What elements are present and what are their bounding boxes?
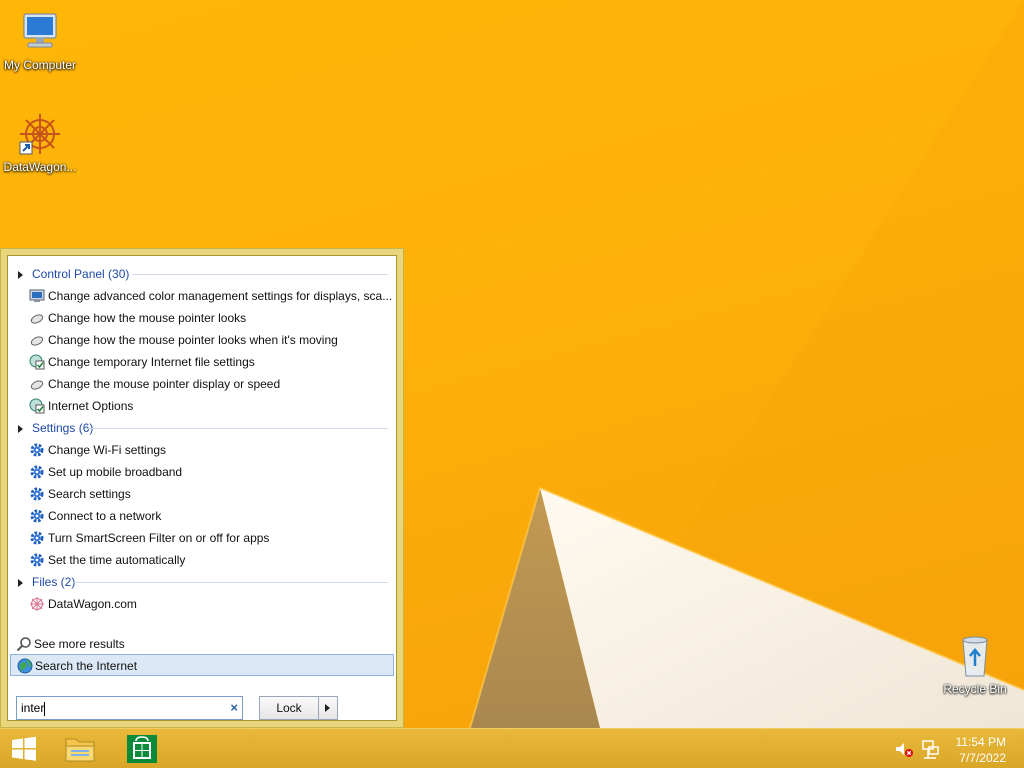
gear-icon [30,553,44,567]
result-item-label: DataWagon.com [48,597,137,611]
search-results: Control Panel (30) Change advanced color… [10,263,394,615]
result-item-label: Change how the mouse pointer looks [48,311,247,325]
clock[interactable]: 11:54 PM 7/7/2022 [946,734,1006,766]
result-item-label: Change temporary Internet file settings [48,355,255,369]
globe-icon [17,658,33,674]
result-item-wifi-settings[interactable]: Change Wi-Fi settings [10,439,394,461]
result-item-label: Set the time automatically [48,553,186,567]
desktop-icon-datawagon[interactable]: DataWagon... [0,110,80,174]
search-input-value: inter [21,701,45,715]
monitor-icon [29,289,45,302]
desktop-icon-label: My Computer [3,58,77,72]
store-button[interactable] [122,731,162,767]
group-header-control-panel[interactable]: Control Panel (30) [10,263,394,285]
datawagon-icon [16,110,64,158]
result-item-label: Change Wi-Fi settings [48,443,167,457]
desktop-icon-label: DataWagon... [3,160,77,174]
volume-tray[interactable] [892,731,916,767]
start-menu: Control Panel (30) Change advanced color… [0,248,404,728]
result-item-mouse-display-speed[interactable]: Change the mouse pointer display or spee… [10,373,394,395]
expand-arrow-icon [18,271,23,279]
text-caret [44,701,46,716]
desktop-icon-my-computer[interactable]: My Computer [0,8,80,72]
network-tray[interactable] [918,731,942,767]
group-header-files[interactable]: Files (2) [10,571,394,593]
computer-icon [16,8,64,56]
lock-button[interactable]: Lock [259,696,338,720]
result-item-mobile-broadband[interactable]: Set up mobile broadband [10,461,394,483]
mouse-icon [30,336,44,346]
gear-icon [30,465,44,479]
see-more-results[interactable]: See more results [10,633,394,655]
search-internet-label: Search the Internet [35,659,138,673]
result-item-label: Search settings [48,487,131,501]
result-item-label: Internet Options [48,399,134,413]
expand-arrow-icon [18,425,23,433]
internet-options-icon [29,398,45,414]
mouse-icon [30,380,44,390]
result-item-mouse-pointer-moving[interactable]: Change how the mouse pointer looks when … [10,329,394,351]
result-item-label: Change the mouse pointer display or spee… [48,377,281,391]
network-icon [922,740,939,759]
result-item-label: Turn SmartScreen Filter on or off for ap… [48,531,270,545]
search-internet[interactable]: Search the Internet [10,654,394,676]
expand-arrow-icon [18,579,23,587]
internet-options-icon [29,354,45,370]
result-item-temp-internet-files[interactable]: Change temporary Internet file settings [10,351,394,373]
recycle-bin-icon [951,632,999,680]
gear-icon [30,531,44,545]
group-divider [86,428,388,429]
file-explorer-button[interactable] [60,731,100,767]
clock-time: 11:54 PM [955,735,1006,749]
group-title: Files (2) [32,575,76,589]
start-menu-panel: Control Panel (30) Change advanced color… [7,255,397,721]
group-divider [132,274,388,275]
start-button[interactable] [4,731,44,767]
result-item-label: Change how the mouse pointer looks when … [48,333,338,347]
mouse-icon [30,314,44,324]
store-icon [127,735,157,763]
folder-icon [65,738,95,762]
see-more-label: See more results [34,637,125,651]
result-item-search-settings[interactable]: Search settings [10,483,394,505]
clock-date: 7/7/2022 [959,751,1006,765]
result-item-label: Connect to a network [48,509,162,523]
taskbar: 11:54 PM 7/7/2022 [0,728,1024,768]
result-item-connect-network[interactable]: Connect to a network [10,505,394,527]
button-separator [318,697,319,719]
result-item-color-management[interactable]: Change advanced color management setting… [10,285,394,307]
lock-button-label: Lock [276,701,302,715]
result-item-label: Change advanced color management setting… [48,289,393,303]
group-divider [74,582,388,583]
clear-search-icon[interactable]: × [230,697,238,719]
gear-icon [30,509,44,523]
result-item-internet-options[interactable]: Internet Options [10,395,394,417]
group-header-settings[interactable]: Settings (6) [10,417,394,439]
result-item-datawagon-file[interactable]: DataWagon.com [10,593,394,615]
result-item-label: Set up mobile broadband [48,465,183,479]
shutdown-options-arrow-icon[interactable] [325,704,330,712]
result-item-mouse-pointer-looks[interactable]: Change how the mouse pointer looks [10,307,394,329]
search-input[interactable]: inter × [16,696,243,720]
gear-icon [30,487,44,501]
group-title: Control Panel (30) [32,267,130,281]
volume-muted-icon [896,743,913,757]
desktop-icon-recycle-bin[interactable]: Recycle Bin [935,632,1015,696]
result-item-set-time[interactable]: Set the time automatically [10,549,394,571]
result-item-smartscreen[interactable]: Turn SmartScreen Filter on or off for ap… [10,527,394,549]
windows-logo-icon [12,736,36,761]
search-icon [16,637,31,652]
group-title: Settings (6) [32,421,94,435]
datawagon-file-icon [30,597,44,611]
desktop-icon-label: Recycle Bin [943,682,1007,696]
gear-icon [30,443,44,457]
